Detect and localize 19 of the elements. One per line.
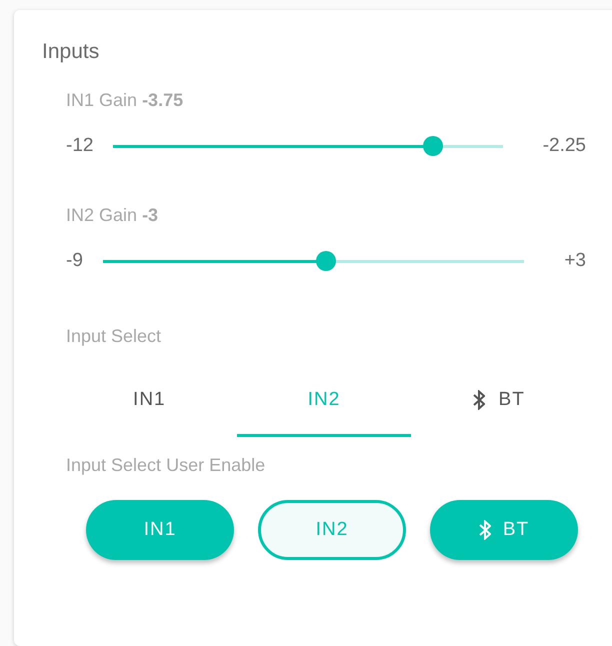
bluetooth-icon [472,390,485,410]
section-label: Input Select [66,326,162,347]
gain-label: IN1 Gain -3.75 [66,90,184,111]
input-tab[interactable]: BT [411,375,586,437]
enable-toggle-button[interactable]: IN2 [258,500,406,560]
bluetooth-icon [478,520,491,540]
slider-thumb[interactable] [316,251,336,271]
slider-max: -2.25 [542,135,586,157]
slider-min: -9 [66,250,83,272]
slider-thumb[interactable] [422,136,443,156]
input-tab[interactable]: IN1 [62,375,237,437]
slider-max: +3 [564,250,586,272]
enable-toggle-button[interactable]: IN1 [86,500,234,560]
input-tab[interactable]: IN2 [236,375,412,437]
section-label: Input Select User Enable [66,455,266,476]
slider-min: -12 [66,135,94,157]
enable-toggle-button[interactable]: BT [430,500,578,560]
card-title: Inputs [42,40,100,64]
gain-label: IN2 Gain -3 [66,205,160,226]
